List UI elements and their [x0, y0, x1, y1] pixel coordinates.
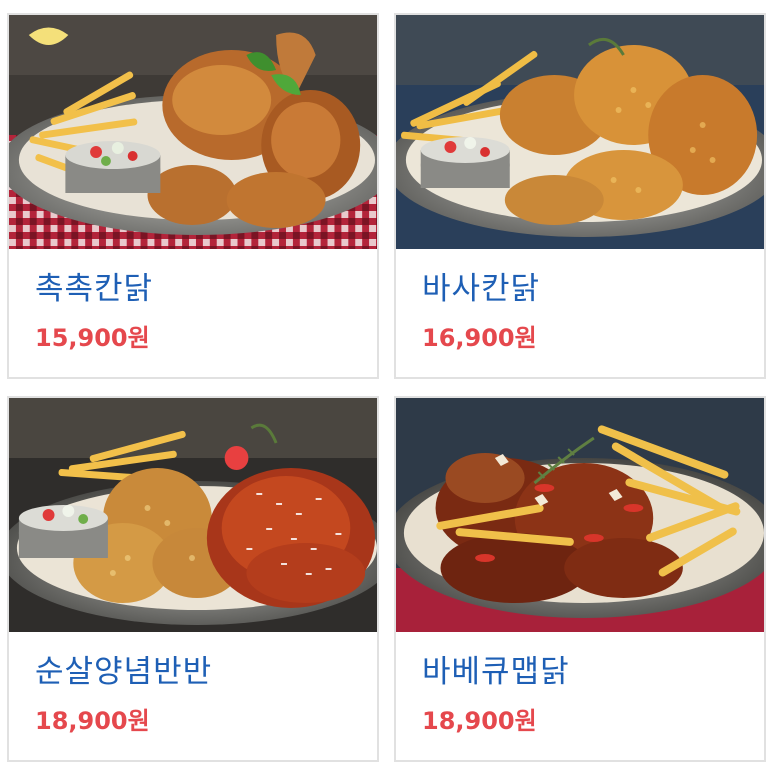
menu-item-price: 18,900원: [422, 707, 537, 735]
menu-item-price: 16,900원: [422, 324, 537, 352]
menu-grid: 촉촉칸닭 15,900원 바사칸닭 16,900원 순살양념반반 18,900원…: [0, 0, 773, 767]
half-half-boneless-chicken-photo: [9, 398, 377, 632]
menu-item-name: 촉촉칸닭: [35, 271, 154, 307]
menu-item-price: 15,900원: [35, 324, 150, 352]
crispy-fried-chicken-photo: [396, 15, 764, 249]
menu-item-name: 순살양념반반: [35, 654, 213, 690]
menu-item-price: 18,900원: [35, 707, 150, 735]
menu-card[interactable]: 바베큐맵닭 18,900원: [394, 396, 766, 762]
menu-card[interactable]: 촉촉칸닭 15,900원: [7, 13, 379, 379]
menu-item-name: 바베큐맵닭: [422, 654, 570, 690]
menu-card[interactable]: 순살양념반반 18,900원: [7, 396, 379, 762]
menu-card[interactable]: 바사칸닭 16,900원: [394, 13, 766, 379]
roast-chicken-photo: [9, 15, 377, 249]
spicy-bbq-chicken-photo: [396, 398, 764, 632]
menu-item-name: 바사칸닭: [422, 271, 541, 307]
